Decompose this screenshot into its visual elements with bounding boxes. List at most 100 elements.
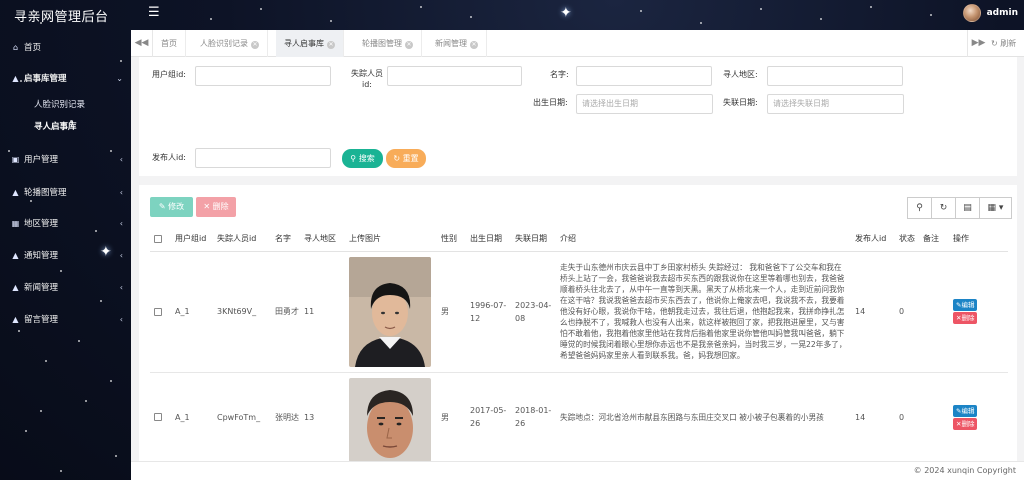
row-checkbox[interactable]	[150, 372, 171, 462]
close-icon[interactable]: ✕	[251, 41, 259, 49]
cell-area: 13	[300, 372, 345, 462]
cell-user-group-id: A_1	[171, 372, 213, 462]
close-icon[interactable]: ✕	[405, 41, 413, 49]
chevron-left-icon: ‹	[119, 218, 123, 228]
person-photo[interactable]	[349, 256, 431, 367]
bell-icon: ▲	[12, 250, 19, 260]
cell-gender: 男	[437, 251, 466, 373]
close-icon: ✕	[203, 202, 211, 211]
sidebar-item-carousel[interactable]: ▲ 轮播图管理 ‹	[11, 186, 123, 199]
username[interactable]: admin	[987, 8, 1018, 18]
sidebar-subitem-face-records[interactable]: 人脸识别记录	[34, 98, 85, 110]
tab-face-records[interactable]: 人脸识别记录 ✕	[192, 30, 268, 57]
publisher-id-input[interactable]	[195, 148, 331, 168]
area-input[interactable]	[767, 66, 903, 86]
missing-person-id-input[interactable]	[387, 66, 522, 86]
table-row[interactable]: A_1 CpwFoTm_ 张明达 13 男 2017-05-26 2018-01…	[150, 372, 1008, 462]
cell-missing-date: 2023-04-08	[511, 251, 556, 373]
columns-icon[interactable]: ▦ ▾	[979, 197, 1012, 219]
table-row[interactable]: A_1 3KNt69V_ 田勇才 11 男 1996-07-12 2023-04…	[150, 251, 1008, 373]
column-header[interactable]: 状态	[895, 227, 919, 252]
edit-icon: ✎	[158, 202, 166, 211]
column-header[interactable]: 失联日期	[511, 227, 556, 252]
toggle-view-icon[interactable]: ▤	[955, 197, 980, 219]
search-button-label: 搜索	[358, 154, 375, 163]
cell-actions: ✎编辑 ✕删除	[949, 251, 1008, 373]
grid-icon: ▦	[11, 218, 20, 228]
person-photo-image	[349, 377, 431, 462]
name-input[interactable]	[576, 66, 712, 86]
hamburger-icon[interactable]: ☰	[148, 5, 160, 20]
avatar[interactable]	[962, 4, 981, 22]
refresh-tab-button[interactable]: ↻ 刷新	[991, 30, 1016, 57]
reset-button[interactable]: ↻ 重置	[386, 149, 426, 168]
tab-label: 人脸识别记录	[200, 39, 248, 48]
row-edit-button[interactable]: ✎编辑	[953, 404, 978, 417]
missing-persons-table: 用户组id 失踪人员id 名字 寻人地区 上传图片 性别 出生日期 失联日期 介…	[150, 227, 1008, 462]
column-header[interactable]: 用户组id	[171, 227, 213, 252]
close-icon[interactable]: ✕	[470, 41, 478, 49]
tabs-scroll-left-icon[interactable]: ◀◀	[131, 30, 153, 57]
tab-news[interactable]: 新闻管理 ✕	[427, 30, 487, 57]
cell-area: 11	[300, 251, 345, 373]
column-header[interactable]: 性别	[437, 227, 466, 252]
user-group-id-label: 用户组id:	[152, 70, 186, 79]
delete-button-label: 删除	[212, 202, 229, 211]
person-photo[interactable]	[349, 377, 431, 462]
row-checkbox[interactable]	[150, 251, 171, 373]
tab-home[interactable]: 首页	[153, 30, 186, 57]
tab-missing-notices[interactable]: 寻人启事库 ✕	[276, 30, 344, 57]
user-icon: ▣	[11, 154, 20, 164]
sidebar-item-notifications[interactable]: ▲ 通知管理 ‹	[11, 249, 123, 262]
column-header[interactable]: 操作	[949, 227, 1008, 252]
row-delete-button[interactable]: ✕删除	[953, 417, 978, 430]
sidebar-item-label: 留言管理	[24, 315, 59, 325]
sidebar-item-news[interactable]: ▲ 新闻管理 ‹	[11, 281, 123, 294]
tab-label: 寻人启事库	[284, 39, 324, 48]
tab-label: 首页	[161, 39, 177, 48]
cell-remark	[919, 372, 949, 462]
app-title: 寻亲网管理后台	[14, 10, 109, 25]
tab-label: 轮播图管理	[362, 39, 402, 48]
table-panel: ✎ 修改 ✕ 删除 ⚲ ↻ ▤ ▦ ▾ 用户组id 失踪人员id 名字 寻人地区…	[139, 185, 1017, 462]
sidebar-subitem-missing-notices[interactable]: 寻人启事库	[34, 120, 77, 132]
column-header[interactable]: 发布人id	[851, 227, 895, 252]
sidebar-item-home[interactable]: ⌂ 首页	[11, 41, 123, 54]
sidebar-item-regions[interactable]: ▦ 地区管理 ‹	[11, 217, 123, 230]
user-group-id-input[interactable]	[195, 66, 331, 86]
close-icon[interactable]: ✕	[327, 41, 335, 49]
row-delete-button[interactable]: ✕删除	[953, 312, 978, 324]
column-header[interactable]: 备注	[919, 227, 949, 252]
user-menu[interactable]: admin	[962, 4, 1018, 22]
refresh-icon[interactable]: ↻	[931, 197, 956, 219]
edit-button[interactable]: ✎ 修改	[150, 197, 193, 217]
column-header[interactable]: 上传图片	[345, 227, 437, 252]
sidebar-item-label: 地区管理	[24, 219, 59, 229]
birth-date-input[interactable]: 请选择出生日期	[576, 94, 713, 114]
tab-carousel[interactable]: 轮播图管理 ✕	[354, 30, 422, 57]
delete-button[interactable]: ✕ 删除	[196, 197, 236, 217]
row-edit-button[interactable]: ✎编辑	[953, 299, 978, 311]
copyright-text: © 2024 xunqin Copyright	[913, 466, 1016, 475]
column-header[interactable]: 失踪人员id	[213, 227, 271, 252]
bell-icon: ▲	[12, 187, 19, 197]
column-header[interactable]: 寻人地区	[300, 227, 345, 252]
refresh-icon: ↻	[991, 39, 998, 48]
sidebar: ⌂ 首页 ▲ 启事库管理 ⌄ 人脸识别记录 寻人启事库 ▣ 用户管理 ‹ ▲ 轮…	[0, 30, 131, 480]
cell-name: 张明达	[271, 372, 300, 462]
column-header[interactable]: 介绍	[556, 227, 851, 252]
footer: © 2024 xunqin Copyright	[131, 461, 1024, 480]
missing-date-input[interactable]: 请选择失联日期	[767, 94, 904, 114]
search-button[interactable]: ⚲ 搜索	[342, 149, 383, 168]
search-icon[interactable]: ⚲	[907, 197, 932, 219]
sidebar-item-messages[interactable]: ▲ 留言管理 ‹	[11, 313, 123, 326]
person-photo-image	[349, 256, 431, 367]
main-content: ◀◀ 首页 人脸识别记录 ✕ 寻人启事库 ✕ 轮播图管理 ✕ 新闻管理 ✕ ▶▶ ↻ 刷…	[131, 30, 1024, 480]
select-all-checkbox[interactable]	[150, 227, 171, 252]
column-header[interactable]: 出生日期	[466, 227, 511, 252]
sidebar-item-notice-library[interactable]: ▲ 启事库管理 ⌄	[11, 72, 123, 85]
tabs-scroll-right-icon[interactable]: ▶▶	[967, 30, 989, 57]
column-header[interactable]: 名字	[271, 227, 300, 252]
sidebar-item-users[interactable]: ▣ 用户管理 ‹	[11, 153, 123, 166]
page-tabs: ◀◀ 首页 人脸识别记录 ✕ 寻人启事库 ✕ 轮播图管理 ✕ 新闻管理 ✕ ▶▶ ↻ 刷…	[131, 30, 1024, 57]
